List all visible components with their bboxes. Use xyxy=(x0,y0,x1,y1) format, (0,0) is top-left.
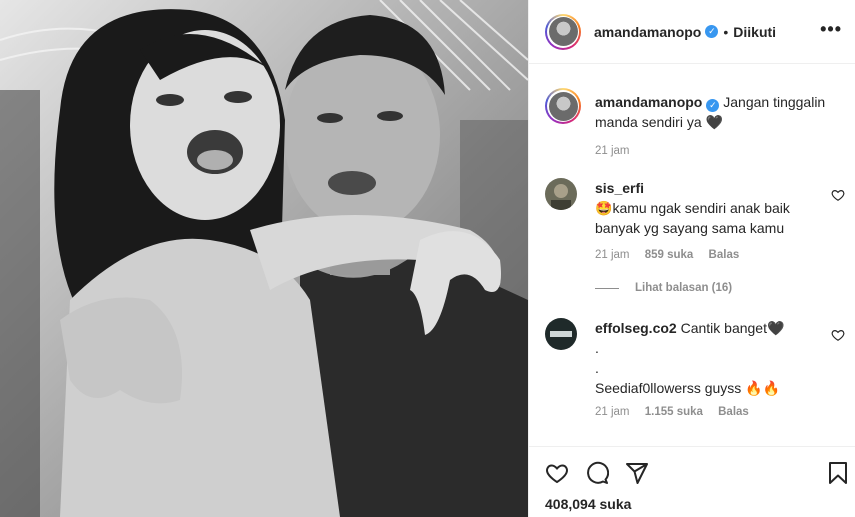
more-options-icon[interactable]: ••• xyxy=(820,20,842,38)
author-avatar[interactable] xyxy=(545,13,581,50)
view-replies-button[interactable]: Lihat balasan (16) xyxy=(595,282,732,294)
black-heart-emoji: 🖤 xyxy=(705,114,723,130)
caption-username[interactable]: amandamanopo xyxy=(595,94,702,110)
verified-badge-icon: ✓ xyxy=(706,99,720,112)
comment-like-heart-icon[interactable] xyxy=(831,188,845,202)
comment-text-block: effolseg.co2 Cantik banget🖤 . . Seediaf0… xyxy=(595,318,817,398)
fire-emoji: 🔥🔥 xyxy=(745,380,781,396)
photo-illustration xyxy=(0,0,528,517)
caption-avatar[interactable] xyxy=(545,88,581,124)
comment-text: Cantik banget xyxy=(680,320,767,336)
reply-button[interactable]: Balas xyxy=(718,406,749,418)
share-icon[interactable] xyxy=(625,461,649,485)
reply-button[interactable]: Balas xyxy=(709,249,740,261)
bookmark-icon[interactable] xyxy=(826,461,850,485)
caption-timestamp[interactable]: 21 jam xyxy=(595,145,630,157)
comment-text-block: sis_erfi 🤩kamu ngak sendiri anak baik ba… xyxy=(595,178,817,238)
star-struck-emoji: 🤩 xyxy=(595,200,613,216)
view-replies-label: Lihat balasan (16) xyxy=(635,282,733,294)
likes-count-label: 408,094 suka xyxy=(545,496,632,512)
post-photo[interactable] xyxy=(0,0,528,517)
comment-line: . xyxy=(595,360,599,376)
comment-meta: 21 jam 1.155 suka Balas xyxy=(595,406,761,418)
comment-line: . xyxy=(595,340,599,356)
caption-text-block: amandamanopo ✓ Jangan tinggalin manda sen… xyxy=(595,92,845,132)
post-header: amandamanopo ✓ • Diikuti ••• xyxy=(529,0,855,64)
heart-icon[interactable] xyxy=(545,461,569,485)
comment-timestamp[interactable]: 21 jam xyxy=(595,249,630,261)
comment-username[interactable]: sis_erfi xyxy=(595,180,644,196)
replies-divider xyxy=(595,287,619,289)
post-actions-bar: 408,094 suka xyxy=(529,446,855,517)
comment-icon[interactable] xyxy=(585,461,609,485)
comment-text: kamu ngak sendiri anak baik banyak yg sa… xyxy=(595,200,790,236)
comment-username[interactable]: effolseg.co2 xyxy=(595,320,677,336)
header-separator: • xyxy=(723,23,729,40)
likes-count[interactable]: 408,094 suka xyxy=(545,496,631,512)
comment-like-heart-icon[interactable] xyxy=(831,328,845,342)
commenter-avatar[interactable] xyxy=(545,318,577,350)
comment-line: Seediaf0llowerss guyss xyxy=(595,380,742,396)
comment-likes[interactable]: 1.155 suka xyxy=(645,406,703,418)
black-heart-emoji: 🖤 xyxy=(767,320,785,336)
commenter-avatar[interactable] xyxy=(545,178,577,210)
post-panel: amandamanopo ✓ • Diikuti ••• amandamanop… xyxy=(528,0,855,517)
following-button[interactable]: Diikuti xyxy=(733,24,776,40)
comment-likes[interactable]: 859 suka xyxy=(645,249,694,261)
comment-timestamp[interactable]: 21 jam xyxy=(595,406,630,418)
comment-meta: 21 jam 859 suka Balas xyxy=(595,249,751,261)
verified-badge-icon: ✓ xyxy=(705,25,719,38)
author-username[interactable]: amandamanopo xyxy=(594,24,701,40)
